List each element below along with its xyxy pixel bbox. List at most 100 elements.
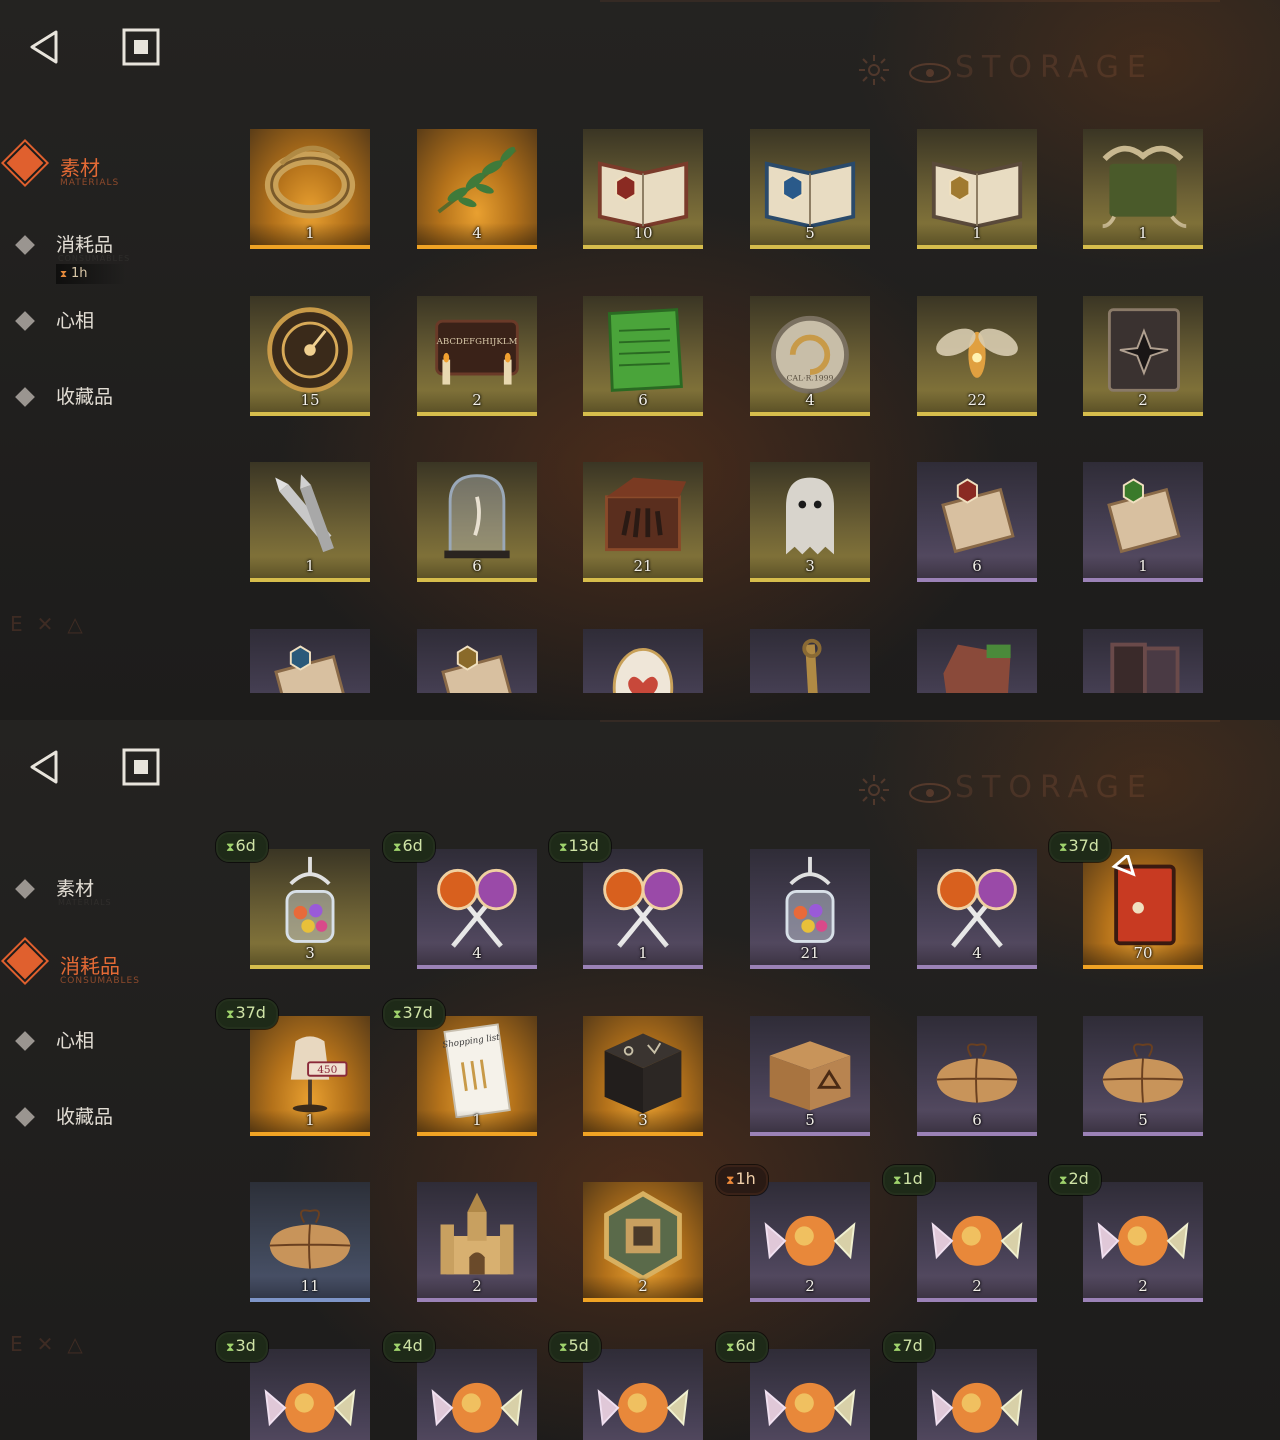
rarity-bar xyxy=(417,245,537,249)
item-slot[interactable] xyxy=(750,629,870,693)
item-slot[interactable]: 3 xyxy=(250,849,370,969)
item-slot[interactable]: 1 xyxy=(1083,129,1203,249)
timer-value: 1h xyxy=(735,1169,756,1188)
item-slot[interactable] xyxy=(583,1349,703,1440)
moth-icon xyxy=(936,328,1018,378)
item-count: 2 xyxy=(1138,1277,1148,1295)
item-slot[interactable]: 4 xyxy=(917,849,1037,969)
item-slot[interactable]: 5 xyxy=(1083,1016,1203,1136)
hand-box-icon xyxy=(605,477,687,552)
hourglass-icon: ⧗ xyxy=(1059,840,1068,854)
item-slot[interactable]: 4 xyxy=(417,849,537,969)
item-slot[interactable] xyxy=(417,1349,537,1440)
item-slot[interactable]: 3 xyxy=(750,462,870,582)
item-slot[interactable]: CAL·R.1999 4 xyxy=(750,296,870,416)
item-slot[interactable]: 11 xyxy=(250,1182,370,1302)
expiry-timer-badge: ⧗1h xyxy=(716,1165,768,1195)
item-count: 3 xyxy=(305,944,315,962)
item-slot[interactable]: 21 xyxy=(750,849,870,969)
rarity-bar xyxy=(1083,412,1203,416)
rarity-bar xyxy=(750,965,870,969)
item-count: 4 xyxy=(472,944,482,962)
item-slot[interactable] xyxy=(917,1349,1037,1440)
pocket-watch-icon: CAL·R.1999 xyxy=(771,315,849,394)
rarity-bar xyxy=(250,245,370,249)
rarity-bar xyxy=(250,1298,370,1302)
item-grid-viewport: 1 4 10 5 1 1 15 ABCDEFGHIJKLM 2 6 CAL·R.1999 4 22 2 1 6… xyxy=(0,0,1280,693)
root-chest-icon xyxy=(1102,145,1187,229)
wrapped-candy-icon xyxy=(931,1382,1023,1433)
item-slot[interactable]: 1 xyxy=(1083,462,1203,582)
rarity-bar xyxy=(417,578,537,582)
lollipops-icon xyxy=(603,868,683,948)
scroll-gold-icon xyxy=(441,645,515,693)
item-slot[interactable]: 21 xyxy=(583,462,703,582)
item-slot[interactable]: 5 xyxy=(750,129,870,249)
item-slot[interactable]: 70 xyxy=(1083,849,1203,969)
rarity-bar xyxy=(917,578,1037,582)
wrapped-candy-icon xyxy=(431,1382,523,1433)
rarity-bar xyxy=(1083,578,1203,582)
item-slot[interactable]: 3 xyxy=(583,1016,703,1136)
hourglass-icon: ⧗ xyxy=(393,1340,402,1354)
item-slot[interactable]: 6 xyxy=(917,462,1037,582)
item-slot[interactable]: 2 xyxy=(417,1182,537,1302)
item-slot[interactable]: 6 xyxy=(917,1016,1037,1136)
item-count: 1 xyxy=(305,1111,315,1129)
shopping-list-icon: Shopping list xyxy=(442,1023,511,1118)
rarity-bar xyxy=(750,245,870,249)
rarity-bar xyxy=(750,578,870,582)
bronze-key-icon xyxy=(802,638,822,693)
wrapped-candy-icon xyxy=(764,1382,856,1433)
item-slot[interactable] xyxy=(1083,629,1203,693)
item-count: 4 xyxy=(472,224,482,242)
hourglass-icon: ⧗ xyxy=(726,1173,735,1187)
rarity-bar xyxy=(583,1132,703,1136)
item-slot[interactable]: 2 xyxy=(1083,1182,1203,1302)
item-slot[interactable]: 450 1 xyxy=(250,1016,370,1136)
item-slot[interactable]: Shopping list 1 xyxy=(417,1016,537,1136)
item-count: 1 xyxy=(305,224,315,242)
item-slot[interactable]: 22 xyxy=(917,296,1037,416)
item-count: 5 xyxy=(1138,1111,1148,1129)
item-slot[interactable]: 2 xyxy=(583,1182,703,1302)
item-slot[interactable]: ABCDEFGHIJKLM 2 xyxy=(417,296,537,416)
item-count: 70 xyxy=(1133,944,1153,962)
ouija-board-icon: ABCDEFGHIJKLM xyxy=(435,319,519,385)
item-slot[interactable]: 6 xyxy=(583,296,703,416)
item-slot[interactable]: 5 xyxy=(750,1016,870,1136)
item-slot[interactable]: 15 xyxy=(250,296,370,416)
item-slot[interactable] xyxy=(917,629,1037,693)
hourglass-icon: ⧗ xyxy=(726,1340,735,1354)
svg-text:ABCDEFGHIJKLM: ABCDEFGHIJKLM xyxy=(436,337,518,347)
item-slot[interactable]: 1 xyxy=(250,129,370,249)
item-slot[interactable]: 2 xyxy=(917,1182,1037,1302)
item-slot[interactable] xyxy=(417,629,537,693)
item-slot[interactable]: 1 xyxy=(250,462,370,582)
item-slot[interactable]: 10 xyxy=(583,129,703,249)
item-slot[interactable]: 2 xyxy=(750,1182,870,1302)
item-slot[interactable]: 1 xyxy=(583,849,703,969)
storage-screen-materials: STORAGE 素材 MATERIALS 消耗品 CONSUMABLES ⧗ 1h… xyxy=(0,0,1280,720)
svg-text:CAL·R.1999: CAL·R.1999 xyxy=(787,374,834,383)
item-slot[interactable]: 2 xyxy=(1083,296,1203,416)
rarity-bar xyxy=(417,1298,537,1302)
item-slot[interactable] xyxy=(250,629,370,693)
rarity-bar xyxy=(250,965,370,969)
item-count: 2 xyxy=(472,391,482,409)
item-slot[interactable] xyxy=(750,1349,870,1440)
expiry-timer-badge: ⧗13d xyxy=(549,832,611,862)
rarity-bar xyxy=(1083,1132,1203,1136)
item-slot[interactable] xyxy=(583,629,703,693)
item-slot[interactable]: 4 xyxy=(417,129,537,249)
item-slot[interactable]: 6 xyxy=(417,462,537,582)
expiry-timer-badge: ⧗6d xyxy=(216,832,268,862)
red-rune-box-icon xyxy=(1111,855,1176,946)
item-count: 6 xyxy=(472,557,482,575)
dark-tome-icon xyxy=(1107,308,1180,392)
hourglass-icon: ⧗ xyxy=(226,840,235,854)
item-slot[interactable]: 1 xyxy=(917,129,1037,249)
item-slot[interactable] xyxy=(250,1349,370,1440)
item-count: 1 xyxy=(305,557,315,575)
rarity-bar xyxy=(750,1132,870,1136)
